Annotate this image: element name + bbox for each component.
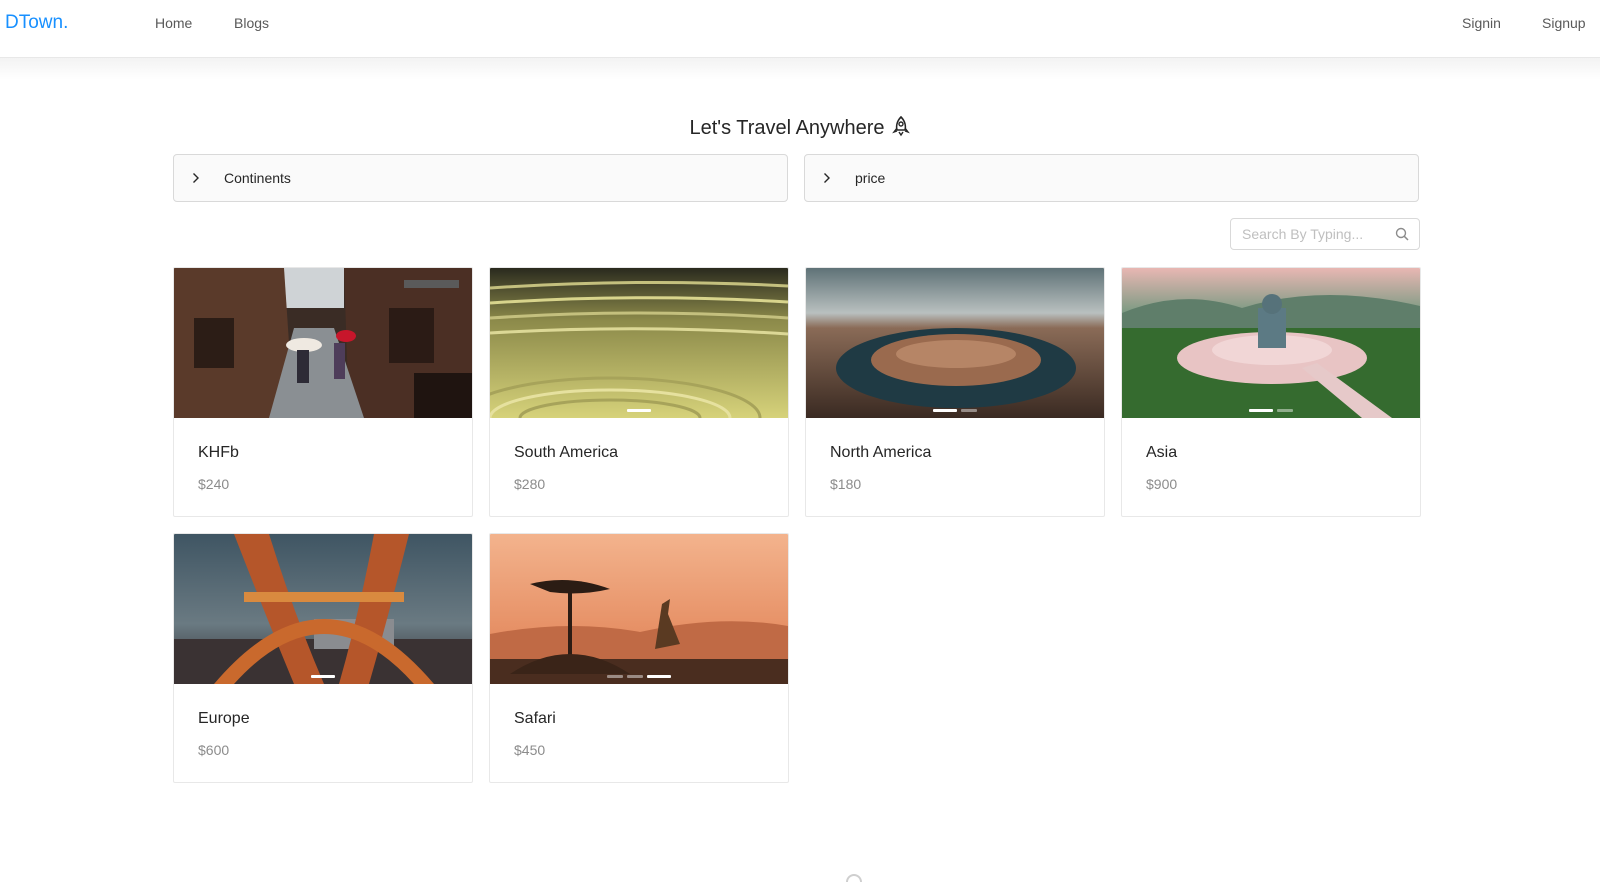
- carousel-dot[interactable]: [933, 409, 957, 412]
- continents-filter-label: Continents: [224, 170, 291, 186]
- search-icon[interactable]: [1395, 227, 1409, 246]
- carousel-dot[interactable]: [311, 675, 335, 678]
- search-input[interactable]: [1242, 226, 1392, 242]
- card-price: $600: [198, 742, 230, 758]
- card-title: Europe: [198, 710, 250, 727]
- card-price: $450: [514, 742, 546, 758]
- right-chevron-icon: [192, 172, 212, 184]
- carousel-dot[interactable]: [607, 675, 623, 678]
- carousel-dot[interactable]: [627, 675, 643, 678]
- card-image-carousel[interactable]: [174, 268, 472, 418]
- carousel-dot[interactable]: [1277, 409, 1293, 412]
- destination-card[interactable]: South America $280: [489, 267, 789, 517]
- header-shadow: [0, 58, 1600, 80]
- card-title: Asia: [1146, 444, 1178, 461]
- price-filter-label: price: [855, 170, 886, 186]
- continents-filter-panel[interactable]: Continents: [173, 154, 788, 202]
- nav-blogs-link[interactable]: Blogs: [234, 15, 269, 31]
- price-filter-panel[interactable]: price: [804, 154, 1419, 202]
- card-price: $240: [198, 476, 230, 492]
- card-price: $280: [514, 476, 546, 492]
- carousel-dots: [1122, 409, 1420, 412]
- rocket-icon: [885, 115, 911, 139]
- logo[interactable]: DTown.: [5, 12, 68, 34]
- card-title: North America: [830, 444, 932, 461]
- card-image-carousel[interactable]: [490, 268, 788, 418]
- signin-link[interactable]: Signin: [1462, 15, 1501, 31]
- card-title: Safari: [514, 710, 556, 727]
- loading-spinner: [846, 874, 862, 882]
- destination-card[interactable]: Asia $900: [1121, 267, 1421, 517]
- card-image-carousel[interactable]: [174, 534, 472, 684]
- right-chevron-icon: [823, 172, 843, 184]
- nav-home-link[interactable]: Home: [155, 15, 192, 31]
- card-title: KHFb: [198, 444, 239, 461]
- top-nav-bar: DTown. Home Blogs Signin Signup: [0, 0, 1600, 58]
- search-box: [1230, 218, 1420, 250]
- signup-link[interactable]: Signup: [1542, 15, 1586, 31]
- card-price: $180: [830, 476, 862, 492]
- destination-card[interactable]: Europe $600: [173, 533, 473, 783]
- carousel-dot[interactable]: [961, 409, 977, 412]
- carousel-dot[interactable]: [1249, 409, 1273, 412]
- destination-card[interactable]: Safari $450: [489, 533, 789, 783]
- card-image-carousel[interactable]: [490, 534, 788, 684]
- destination-card[interactable]: KHFb $240: [173, 267, 473, 517]
- card-price: $900: [1146, 476, 1178, 492]
- page-title-text: Let's Travel Anywhere: [689, 117, 885, 139]
- carousel-dots: [174, 675, 472, 678]
- destination-card[interactable]: North America $180: [805, 267, 1105, 517]
- page-title: Let's Travel Anywhere: [0, 115, 1600, 140]
- card-image-carousel[interactable]: [1122, 268, 1420, 418]
- card-image-carousel[interactable]: [806, 268, 1104, 418]
- carousel-dots: [490, 675, 788, 678]
- carousel-dot[interactable]: [647, 675, 671, 678]
- carousel-dots: [806, 409, 1104, 412]
- carousel-dots: [490, 409, 788, 412]
- card-title: South America: [514, 444, 619, 461]
- carousel-dot[interactable]: [627, 409, 651, 412]
